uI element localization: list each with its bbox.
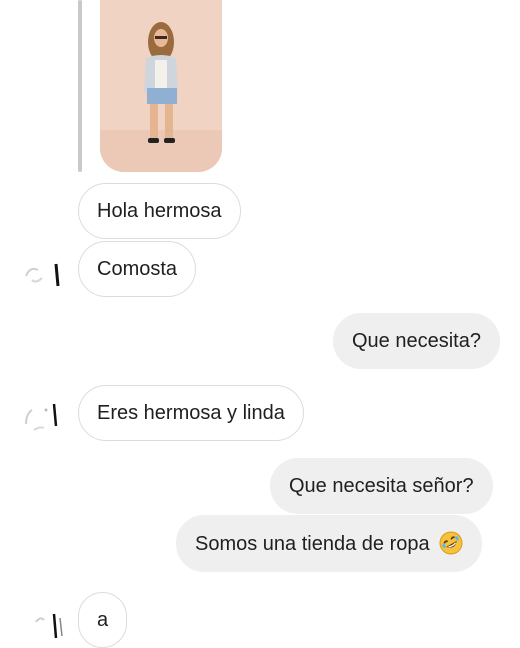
message-text: Eres hermosa y linda <box>97 402 285 424</box>
message-bubble-incoming[interactable]: Eres hermosa y linda <box>78 385 304 441</box>
message-text: Comosta <box>97 258 178 280</box>
message-bubble-incoming[interactable]: Comosta <box>78 241 197 297</box>
message-text: Somos una tienda de ropa <box>195 533 430 555</box>
shared-photo[interactable] <box>100 0 222 172</box>
message-bubble-incoming[interactable]: Hola hermosa <box>78 183 241 239</box>
woman-photo-icon <box>100 0 222 172</box>
sender-avatar-icon[interactable] <box>30 608 74 642</box>
rolling-on-floor-laughing-emoji-icon <box>439 531 463 555</box>
reply-indicator-line <box>78 0 82 172</box>
message-text: Hola hermosa <box>97 200 222 222</box>
message-bubble-outgoing[interactable]: Que necesita señor? <box>270 458 493 514</box>
sender-avatar-icon[interactable] <box>20 400 64 434</box>
message-bubble-outgoing[interactable]: Que necesita? <box>333 313 500 369</box>
sender-avatar-icon[interactable] <box>20 258 64 292</box>
message-text: Que necesita? <box>352 330 481 352</box>
message-text: a <box>97 609 109 631</box>
message-bubble-outgoing[interactable]: Somos una tienda de ropa <box>176 515 483 572</box>
message-text: Que necesita señor? <box>289 475 474 497</box>
